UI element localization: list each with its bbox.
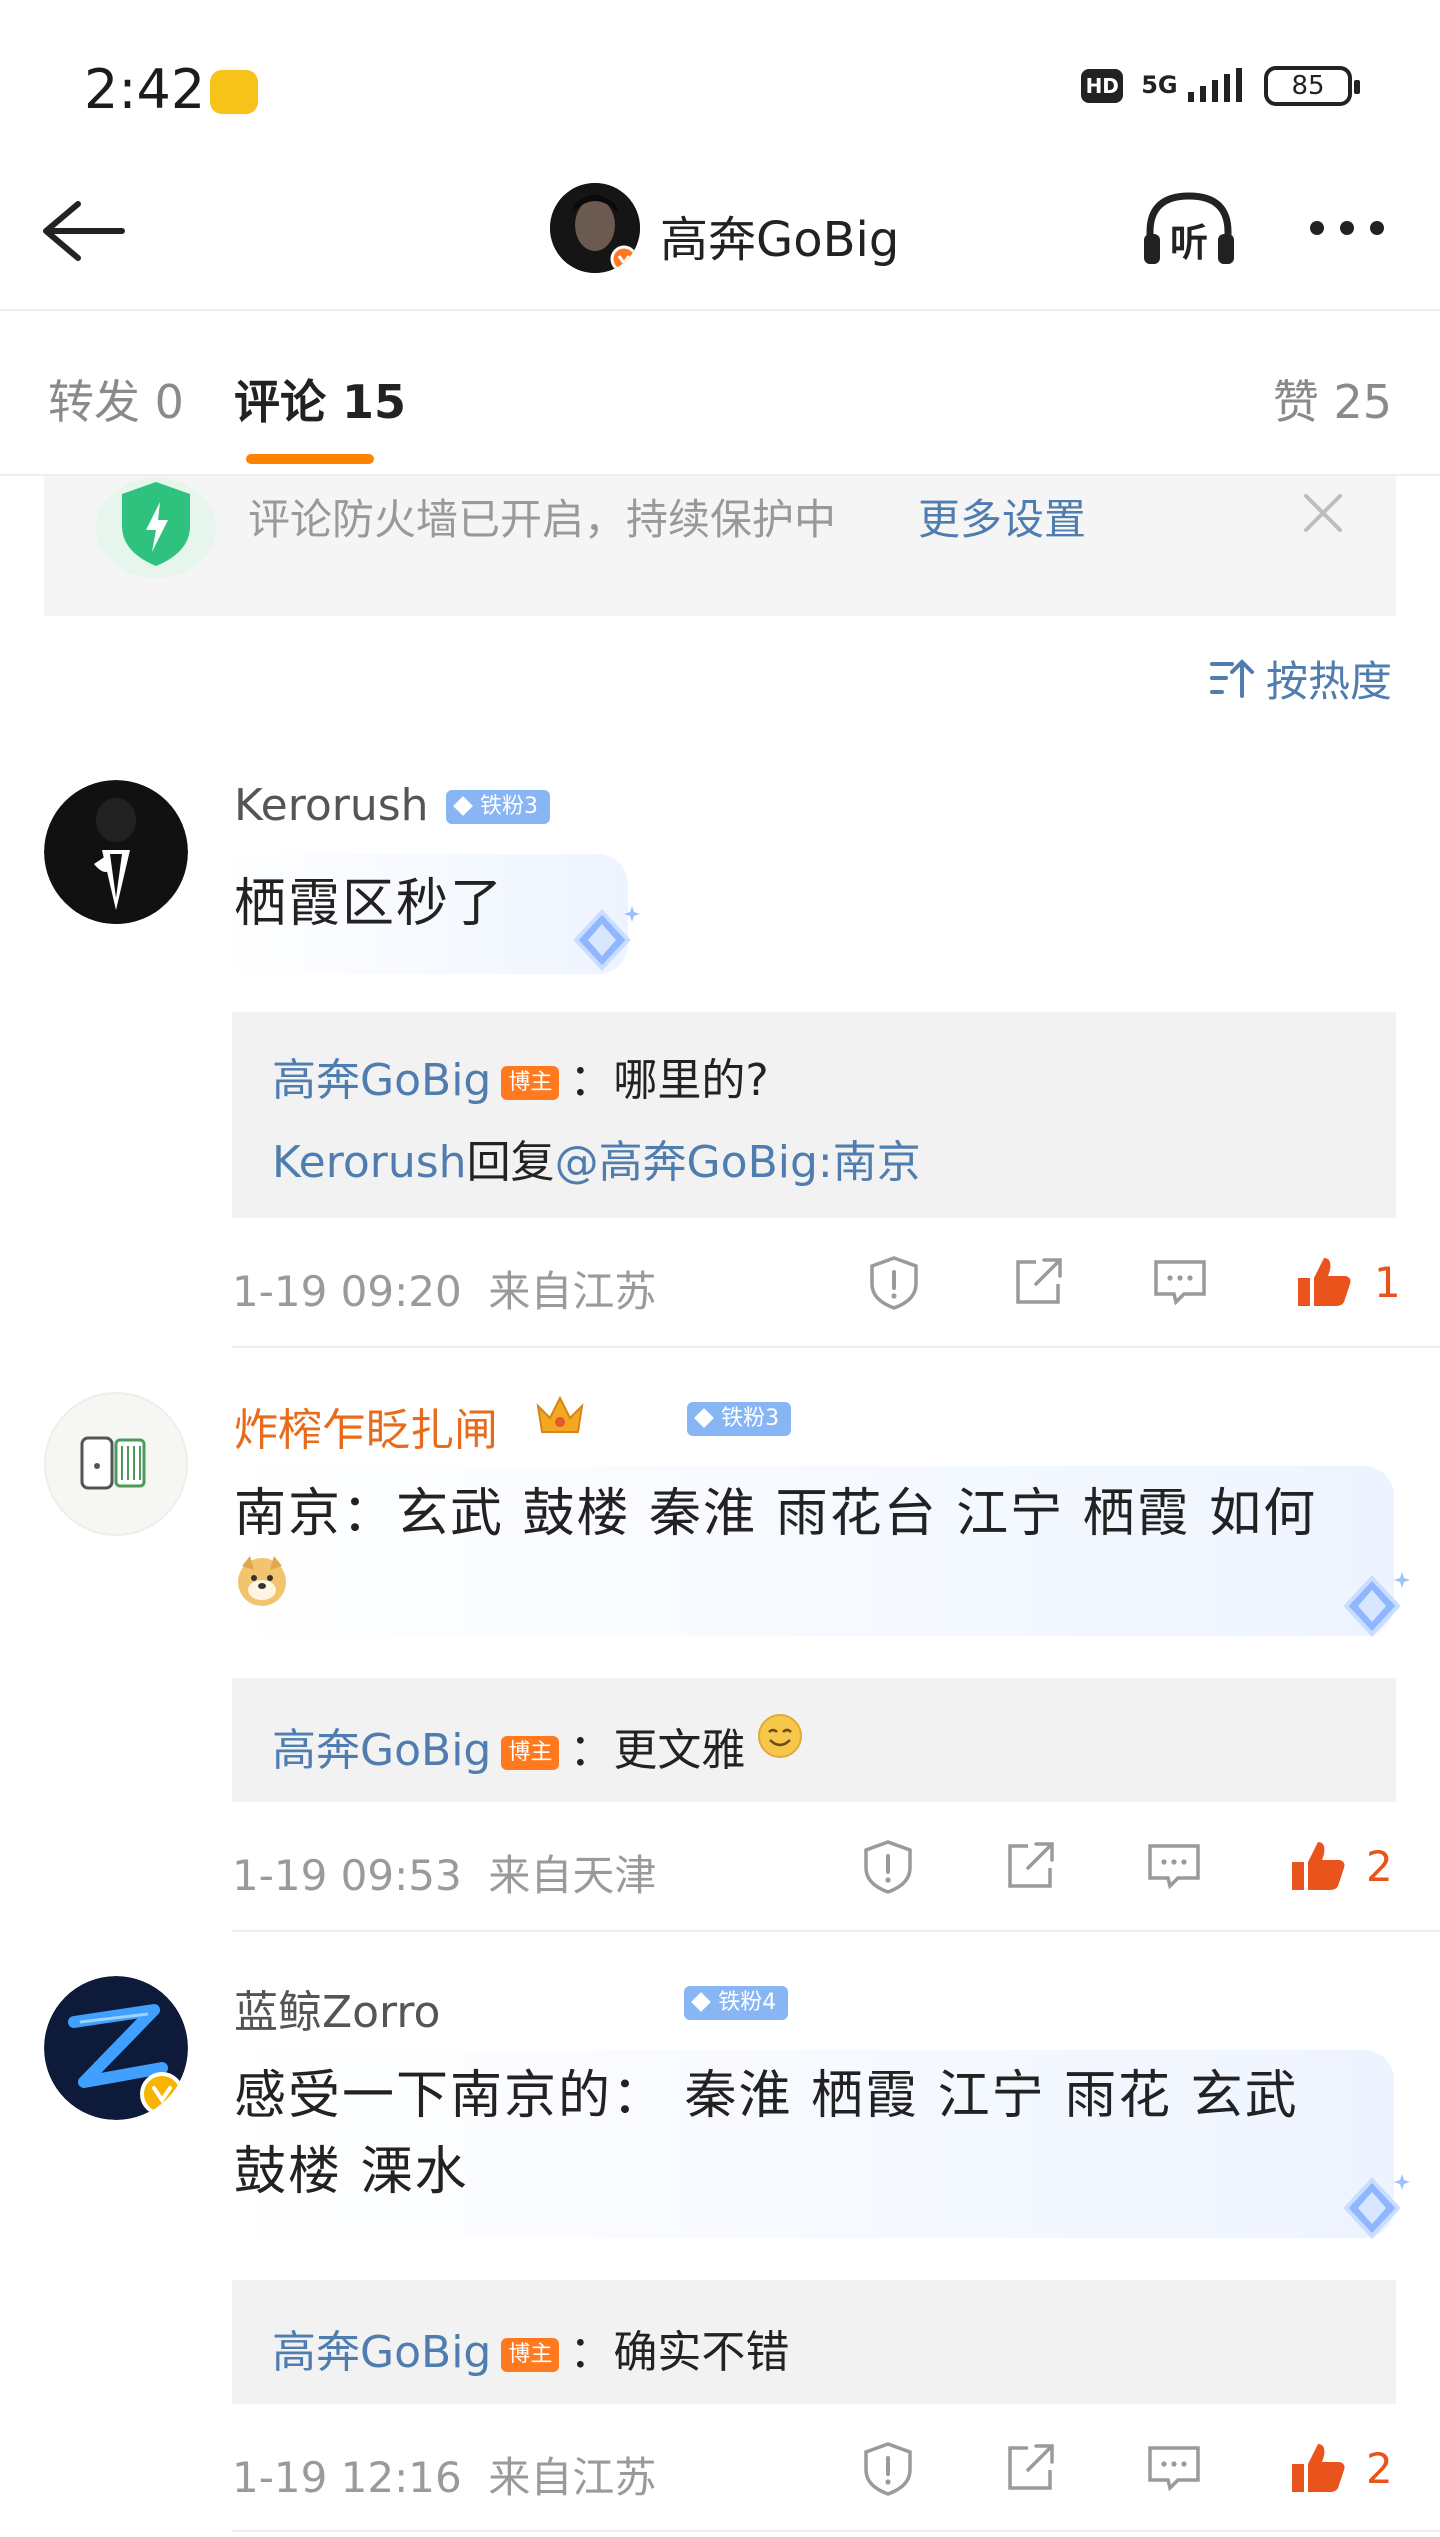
avatar[interactable] (44, 780, 188, 924)
network-type: 5G (1141, 71, 1178, 99)
fan-badge: 铁粉4 (684, 1986, 789, 2020)
comment-username[interactable]: Kerorush (234, 780, 429, 831)
tab-like[interactable]: 赞 25 (1273, 366, 1392, 432)
reply-line: 高奔GoBig 博主 ：确实不错 (272, 2316, 789, 2380)
comment-text: 南京：玄武 鼓楼 秦淮 雨花台 江宁 栖霞 如何 (234, 1484, 1318, 1544)
back-arrow-icon[interactable] (38, 196, 128, 266)
blogger-badge: 博主 (501, 1066, 560, 1100)
report-icon[interactable] (866, 1254, 922, 1310)
smile-emoji-icon (756, 1712, 804, 1760)
reply-line: 高奔GoBig 博主 ：哪里的? (272, 1044, 769, 1108)
like-thumb-icon[interactable] (1294, 1254, 1351, 1310)
comment-location: 来自江苏 (488, 2453, 657, 2502)
diamond-icon (1330, 1566, 1414, 1650)
comment-location: 来自天津 (488, 1851, 657, 1900)
comment-text: 栖霞区秒了 (234, 874, 505, 934)
like-thumb-icon[interactable] (1288, 1838, 1345, 1894)
share-icon[interactable] (1010, 1254, 1066, 1310)
comment-username[interactable]: 炸榨乍眨扎闸 (234, 1394, 498, 1458)
active-tab-indicator (246, 454, 374, 464)
reply-author[interactable]: 高奔GoBig (272, 1055, 491, 1106)
header-divider (0, 309, 1440, 311)
reply-author[interactable]: 高奔GoBig (272, 2327, 491, 2378)
fan-badge: 铁粉3 (446, 790, 550, 824)
comment-time: 1-19 12:16 (232, 2453, 462, 2502)
like-count: 2 (1366, 1842, 1393, 1891)
fan-badge: 铁粉3 (687, 1402, 792, 1436)
comment-time: 1-19 09:20 (232, 1267, 462, 1316)
reply-text: ：确实不错 (569, 2327, 790, 2378)
avatar[interactable] (44, 1976, 188, 2120)
sort-icon (1209, 658, 1254, 698)
reply-line: Kerorush回复@高奔GoBig:南京 (272, 1126, 921, 1190)
reply-comment-icon[interactable] (1146, 2440, 1202, 2496)
more-options-icon[interactable] (1310, 210, 1400, 246)
comment-text-line: 鼓楼 溧水 (234, 2142, 469, 2202)
share-icon[interactable] (1002, 1838, 1058, 1894)
doge-emoji-icon (234, 1552, 290, 1608)
comment-time: 1-19 09:53 (232, 1851, 462, 1900)
reply-line: 高奔GoBig 博主 ：更文雅 (272, 1714, 745, 1778)
tab-repost[interactable]: 转发 0 (48, 366, 184, 432)
reply-text: :南京 (817, 1137, 921, 1188)
comment-text-line: 感受一下南京的： 秦淮 栖霞 江宁 雨花 玄武 (234, 2066, 1299, 2126)
comment-divider (232, 1930, 1440, 1932)
status-indicators: HD 5G 85 (1081, 66, 1360, 106)
sort-label: 按热度 (1265, 657, 1392, 706)
reply-author[interactable]: 高奔GoBig (272, 1725, 491, 1776)
status-time: 2:42 (84, 58, 206, 121)
more-settings-link[interactable]: 更多设置 (918, 486, 1086, 547)
reply-text: ：更文雅 (569, 1725, 746, 1776)
like-count: 2 (1366, 2444, 1393, 2493)
diamond-icon (560, 900, 644, 984)
battery-icon: 85 (1264, 66, 1360, 106)
comment-divider (232, 2530, 1440, 2532)
reply-text: ：哪里的? (569, 1055, 769, 1106)
avatar[interactable] (44, 1392, 188, 1536)
signal-icon: 5G (1141, 68, 1246, 104)
tab-comment[interactable]: 评论 15 (234, 366, 406, 432)
diamond-icon (1330, 2168, 1414, 2252)
reply-verb: 回复 (466, 1137, 555, 1188)
comment-location: 来自江苏 (488, 1267, 657, 1316)
hd-icon: HD (1081, 69, 1124, 103)
shield-icon (92, 468, 220, 578)
battery-level: 85 (1291, 71, 1325, 101)
like-count: 1 (1374, 1258, 1401, 1307)
listen-headphones-icon[interactable]: 听 (1140, 190, 1238, 270)
close-icon[interactable] (1300, 490, 1346, 536)
comment-divider (232, 1346, 1440, 1348)
blogger-badge: 博主 (501, 2338, 560, 2372)
comment-meta: 1-19 09:53 来自天津 (232, 1842, 656, 1903)
reply-comment-icon[interactable] (1152, 1254, 1208, 1310)
reply-mention[interactable]: @高奔GoBig (555, 1137, 818, 1188)
like-thumb-icon[interactable] (1288, 2440, 1345, 2496)
comment-meta: 1-19 09:20 来自江苏 (232, 1258, 656, 1319)
crown-icon (534, 1392, 586, 1440)
app-notification-icon (210, 70, 258, 114)
report-icon[interactable] (860, 2440, 916, 2496)
comment-username[interactable]: 蓝鲸Zorro (234, 1976, 440, 2040)
reply-author[interactable]: Kerorush (272, 1137, 467, 1188)
svg-text:听: 听 (1170, 221, 1208, 265)
page-title: 高奔GoBig (660, 212, 900, 268)
comment-meta: 1-19 12:16 来自江苏 (232, 2444, 656, 2505)
blogger-badge: 博主 (501, 1736, 560, 1770)
sort-by-hot-button[interactable]: 按热度 (1209, 648, 1392, 709)
author-avatar[interactable] (550, 183, 640, 273)
reply-comment-icon[interactable] (1146, 1838, 1202, 1894)
report-icon[interactable] (860, 1838, 916, 1894)
share-icon[interactable] (1002, 2440, 1058, 2496)
firewall-status-text: 评论防火墙已开启，持续保护中 (248, 495, 837, 544)
